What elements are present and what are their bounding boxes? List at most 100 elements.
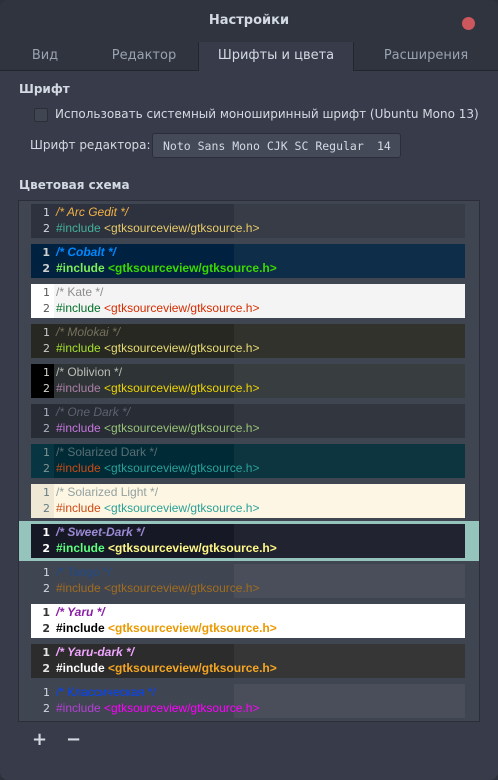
add-scheme-button[interactable]: + <box>32 730 47 750</box>
include-path: <gtksourceview/gtksource.h> <box>104 421 260 435</box>
scheme-row[interactable]: 1 2/* Arc Gedit */ #include <gtksourceview… <box>19 201 479 241</box>
line-number-gutter: 12 <box>31 204 54 238</box>
color-scheme-heading: Цветовая схема <box>19 178 130 192</box>
line-number-gutter: 12 <box>31 484 54 518</box>
scheme-preview: 1 2/* One Dark */#include <gtksourceview/… <box>31 404 465 438</box>
include-path: <gtksourceview/gtksource.h> <box>108 661 277 675</box>
scheme-row[interactable]: 1 2/* One Dark */#include <gtksourceview/… <box>19 401 479 441</box>
include-path: <gtksourceview/gtksource.h> <box>108 261 277 275</box>
scheme-row[interactable]: 1 2/* Yaru */#include <gtksourceview/gtks… <box>19 601 479 641</box>
line-number-gutter: 12 <box>31 404 54 438</box>
scheme-name-comment: /* Sweet-Dark */ <box>56 525 145 539</box>
line-number: 2 <box>43 302 50 315</box>
titlebar[interactable]: Настройки <box>0 0 498 44</box>
scheme-row[interactable]: 1 2/* Solarized Light */#include <gtksour… <box>19 481 479 521</box>
tab-plugins[interactable]: Расширения <box>354 42 498 70</box>
scheme-row[interactable]: 1 2/* Yaru-dark */#include <gtksourceview… <box>19 641 479 681</box>
color-scheme-list[interactable]: 1 2/* Arc Gedit */#include <gtksourceview… <box>18 200 480 722</box>
include-path: <gtksourceview/gtksource.h> <box>104 701 260 715</box>
system-font-checkbox-label[interactable]: Использовать системный моноширинный шриф… <box>55 107 479 121</box>
scheme-row[interactable]: 1 2/* Kate */#include <gtksourceview/gtks… <box>19 281 479 321</box>
include-keyword: #include <box>56 461 101 475</box>
line-number-gutter: 12 <box>31 564 54 598</box>
editor-font-button[interactable]: Noto Sans Mono CJK SC Regular 14 <box>152 133 401 158</box>
scheme-row[interactable]: 1 2/* Solarized Dark */#include <gtksourc… <box>19 441 479 481</box>
line-number: 1 <box>43 406 50 419</box>
line-number: 2 <box>43 342 50 355</box>
include-line: #include <gtksourceview/gtksource.h> <box>56 461 259 475</box>
scheme-preview: 1 2/* Oblivion */#include <gtksourceview/… <box>31 364 465 398</box>
line-number: 2 <box>43 502 50 515</box>
include-keyword: #include <box>56 381 101 395</box>
include-keyword: #include <box>56 301 101 315</box>
editor-font-size: 14 <box>377 139 391 153</box>
right-margin-area <box>234 284 465 318</box>
scheme-name-comment: /* One Dark */ <box>56 405 131 419</box>
line-number-gutter: 12 <box>31 244 54 278</box>
include-keyword: #include <box>56 581 101 595</box>
line-number: 2 <box>42 542 50 555</box>
include-line: #include <gtksourceview/gtksource.h> <box>56 381 259 395</box>
include-line: #include <gtksourceview/gtksource.h> <box>56 661 277 675</box>
line-number: 1 <box>43 366 50 379</box>
scheme-preview: 1 2/* Arc Gedit */ #include <gtksourceview… <box>31 204 465 238</box>
scheme-preview: 1 2/* Solarized Light */#include <gtksour… <box>31 484 465 518</box>
right-margin-area <box>234 204 465 238</box>
scheme-preview: 1 2/* Kate */#include <gtksourceview/gtks… <box>31 284 465 318</box>
close-button[interactable] <box>462 17 475 30</box>
include-line: #include <gtksourceview/gtksource.h> <box>56 221 259 235</box>
line-number: 1 <box>42 606 50 619</box>
line-number-gutter: 12 <box>31 644 54 678</box>
tab-editor[interactable]: Редактор <box>90 42 198 70</box>
scheme-preview: 1 2/* Классическая */#include <gtksourcev… <box>31 684 465 718</box>
include-keyword: #include <box>56 541 105 555</box>
include-line: #include <gtksourceview/gtksource.h> <box>56 301 259 315</box>
tab-fonts-colors[interactable]: Шрифты и цвета <box>198 42 354 71</box>
tab-view[interactable]: Вид <box>0 42 90 70</box>
line-number: 1 <box>42 246 50 259</box>
include-line: #include <gtksourceview/gtksource.h> <box>56 341 259 355</box>
editor-font-name: Noto Sans Mono CJK SC Regular <box>163 139 364 153</box>
include-path: <gtksourceview/gtksource.h> <box>104 221 260 235</box>
line-number: 2 <box>42 262 50 275</box>
include-keyword: #include <box>56 661 105 675</box>
line-number: 1 <box>43 686 50 699</box>
scheme-row[interactable]: 1 2/* Cobalt */#include <gtksourceview/gt… <box>19 241 479 281</box>
include-line: #include <gtksourceview/gtksource.h> <box>56 701 259 715</box>
scheme-preview: 1 2/* Molokai */#include <gtksourceview/g… <box>31 324 465 358</box>
scheme-row[interactable]: 1 2/* Классическая */#include <gtksourcev… <box>19 681 479 721</box>
line-number: 2 <box>42 662 50 675</box>
scheme-preview: 1 2/* Sweet-Dark */ #include <gtksourcevie… <box>31 524 465 558</box>
scheme-row[interactable]: 1 2/* Oblivion */#include <gtksourceview/… <box>19 361 479 401</box>
line-number: 2 <box>43 382 50 395</box>
scheme-name-comment: /* Yaru */ <box>56 605 105 619</box>
scheme-row[interactable]: 1 2/* Molokai */#include <gtksourceview/g… <box>19 321 479 361</box>
include-line: #include <gtksourceview/gtksource.h> <box>56 541 277 555</box>
include-path: <gtksourceview/gtksource.h> <box>104 501 260 515</box>
scheme-preview: 1 2/* Solarized Dark */#include <gtksourc… <box>31 444 465 478</box>
remove-scheme-button[interactable]: − <box>66 730 81 750</box>
tab-bar: Вид Редактор Шрифты и цвета Расширения <box>0 42 498 71</box>
scheme-name-comment: /* Molokai */ <box>56 325 121 339</box>
right-margin-area <box>234 684 465 718</box>
scheme-name-comment: /* Solarized Dark */ <box>56 445 158 459</box>
scheme-name-comment: /* Arc Gedit */ <box>56 205 129 219</box>
line-number-gutter: 12 <box>31 524 54 558</box>
line-number-gutter: 12 <box>31 684 54 718</box>
line-number-gutter: 12 <box>31 604 54 638</box>
include-line: #include <gtksourceview/gtksource.h> <box>56 501 259 515</box>
scheme-preview: 1 2/* Tango */#include <gtksourceview/gtk… <box>31 564 465 598</box>
line-number-gutter: 12 <box>31 284 54 318</box>
line-number: 1 <box>43 566 50 579</box>
right-margin-area <box>234 364 465 398</box>
include-path: <gtksourceview/gtksource.h> <box>108 621 277 635</box>
system-font-checkbox[interactable] <box>34 108 48 122</box>
scheme-row[interactable]: 1 2/* Tango */#include <gtksourceview/gtk… <box>19 561 479 601</box>
scheme-row[interactable]: 1 2/* Sweet-Dark */ #include <gtksourcevie… <box>19 521 479 561</box>
include-path: <gtksourceview/gtksource.h> <box>104 341 260 355</box>
scheme-name-comment: /* Cobalt */ <box>56 245 117 259</box>
scheme-preview: 1 2/* Cobalt */#include <gtksourceview/gt… <box>31 244 465 278</box>
line-number: 2 <box>43 582 50 595</box>
include-keyword: #include <box>56 261 105 275</box>
right-margin-area <box>234 444 465 478</box>
